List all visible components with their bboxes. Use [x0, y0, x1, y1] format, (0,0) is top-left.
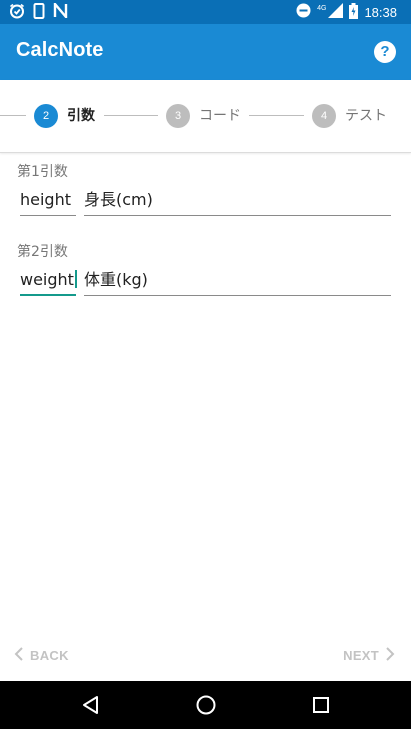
step-connector — [249, 115, 304, 116]
back-button[interactable]: BACK — [14, 647, 69, 664]
step-connector — [0, 115, 26, 116]
help-icon[interactable]: ? — [374, 41, 396, 63]
status-bar: 4G 18:38 — [0, 0, 411, 24]
system-navigation-bar — [0, 681, 411, 729]
back-button-label: BACK — [30, 648, 69, 663]
next-button[interactable]: NEXT — [343, 647, 395, 664]
argument-2-label: 第2引数 — [17, 244, 68, 260]
status-left-icons — [9, 0, 68, 23]
battery-icon — [349, 2, 359, 23]
chevron-right-icon — [385, 647, 395, 664]
argument-2-name-value: weight — [20, 270, 74, 289]
argument-2-name-input[interactable]: weight — [20, 266, 77, 296]
argument-1-name-input[interactable]: height — [20, 186, 76, 216]
step-4-label: テスト — [345, 108, 387, 124]
signal-icon — [328, 3, 344, 22]
network-type: 4G — [317, 5, 327, 12]
argument-1-label: 第1引数 — [17, 164, 68, 180]
chevron-left-icon — [14, 647, 24, 664]
step-connector — [104, 115, 158, 116]
status-right-icons: 4G 18:38 — [296, 2, 397, 23]
do-not-disturb-icon — [296, 3, 311, 22]
next-button-label: NEXT — [343, 648, 379, 663]
app-title: CalcNote — [16, 39, 104, 61]
home-circle-icon[interactable] — [194, 693, 218, 717]
step-2-label: 引数 — [67, 108, 95, 124]
argument-2-description-input[interactable]: 体重(kg) — [84, 266, 391, 296]
step-2-circle: 2 — [34, 104, 58, 128]
status-time: 18:38 — [364, 5, 397, 20]
phone-icon — [33, 2, 45, 23]
stepper: 2 引数 3 コード 4 テスト — [0, 80, 411, 153]
stepper-navigation: BACK NEXT — [0, 633, 411, 681]
alarm-icon — [9, 3, 25, 23]
step-3-circle: 3 — [166, 104, 190, 128]
argument-1-description-input[interactable]: 身長(cm) — [84, 186, 391, 216]
back-triangle-icon[interactable] — [79, 693, 103, 717]
step-4-circle: 4 — [312, 104, 336, 128]
text-cursor — [74, 269, 77, 288]
recent-apps-square-icon[interactable] — [309, 693, 333, 717]
step-3-label: コード — [199, 108, 241, 124]
app-bar: CalcNote ? — [0, 24, 411, 80]
notification-n-icon — [53, 0, 68, 22]
